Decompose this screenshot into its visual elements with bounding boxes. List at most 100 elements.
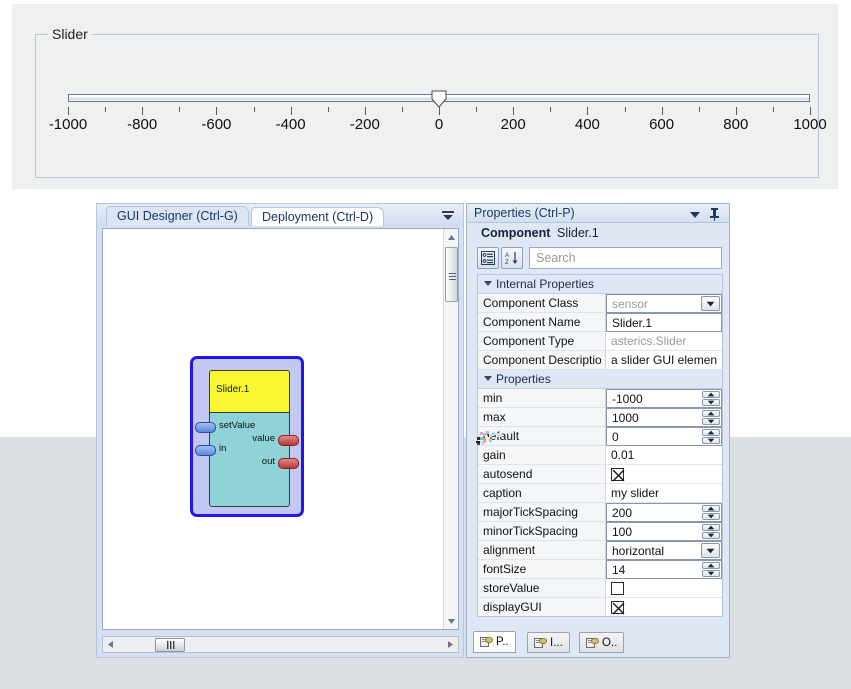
tab-deployment[interactable]: Deployment (Ctrl-D) — [251, 207, 385, 226]
slider-major-tick — [290, 107, 292, 115]
spinner-up-icon[interactable] — [702, 524, 720, 531]
property-value-editor[interactable]: 1000 — [606, 408, 722, 427]
vertical-scroll-thumb[interactable] — [445, 247, 458, 302]
property-value-editor[interactable]: sensor — [606, 294, 722, 313]
property-value-text: 0 — [612, 430, 619, 444]
property-row[interactable]: gain 0.01 — [478, 446, 722, 465]
property-row[interactable]: max 1000 — [478, 408, 722, 427]
property-value-editor[interactable]: horizontal — [606, 541, 722, 560]
spinner-up-icon[interactable] — [702, 429, 720, 436]
property-checkbox-checked[interactable] — [611, 468, 625, 482]
component-value: Slider.1 — [557, 226, 599, 240]
port-out-value[interactable] — [278, 435, 299, 446]
designer-canvas[interactable]: Slider.1 setValue in value out — [102, 228, 459, 630]
slider-minor-tick — [179, 107, 181, 112]
port-in-in[interactable] — [195, 445, 216, 456]
property-row[interactable]: Component Name Slider.1 — [478, 313, 722, 332]
property-row[interactable]: storeValue — [478, 579, 722, 598]
chevron-down-icon[interactable] — [701, 543, 720, 558]
property-value-editor[interactable]: -1000 — [606, 389, 722, 408]
designer-dock: GUI Designer (Ctrl-G) Deployment (Ctrl-D… — [96, 203, 464, 658]
property-value-text: 100 — [612, 525, 633, 539]
property-row[interactable]: majorTickSpacing 200 — [478, 503, 722, 522]
sort-az-icon[interactable]: A Z — [501, 247, 523, 269]
spinner-up-icon[interactable] — [702, 505, 720, 512]
bottom-tab-input[interactable]: I... — [527, 632, 570, 653]
spinner-up-icon[interactable] — [702, 410, 720, 417]
property-row[interactable]: displayGUI — [478, 598, 722, 616]
slider-tick-label: 800 — [723, 116, 749, 133]
spinner-control[interactable] — [702, 505, 720, 520]
tab-gui-designer[interactable]: GUI Designer (Ctrl-G) — [106, 206, 249, 226]
spinner-control[interactable] — [702, 410, 720, 425]
spinner-control[interactable] — [702, 429, 720, 444]
property-value-editor[interactable]: 100 — [606, 522, 722, 541]
property-key-label: max — [483, 410, 506, 424]
spinner-control[interactable] — [702, 562, 720, 577]
slider-major-tick — [661, 107, 663, 115]
property-row[interactable]: autosend — [478, 465, 722, 484]
spinner-down-icon[interactable] — [702, 532, 720, 539]
svg-text:A: A — [505, 253, 509, 259]
collapse-triangle-icon[interactable] — [484, 376, 492, 381]
property-checkbox-unchecked[interactable] — [611, 582, 624, 595]
arrow-right-icon[interactable] — [443, 637, 458, 652]
slider-thumb[interactable] — [431, 90, 447, 108]
spinner-down-icon[interactable] — [702, 399, 720, 406]
property-row[interactable]: min -1000 — [478, 389, 722, 408]
spinner-down-icon[interactable] — [702, 418, 720, 425]
arrow-up-icon[interactable] — [444, 229, 459, 245]
arrow-down-icon[interactable] — [444, 613, 459, 629]
arrow-left-icon[interactable] — [103, 637, 118, 652]
canvas-vertical-scrollbar[interactable] — [443, 229, 458, 629]
spinner-down-icon[interactable] — [702, 570, 720, 577]
property-row[interactable]: Component Type asterics.Slider — [478, 332, 722, 351]
categorize-icon[interactable] — [477, 247, 499, 269]
property-key-label: autosend — [483, 467, 533, 481]
chevron-down-icon[interactable] — [688, 208, 702, 220]
component-block-slider[interactable]: Slider.1 setValue in value out — [190, 356, 304, 517]
chevron-down-icon[interactable] — [440, 208, 456, 222]
property-key-label: gain — [483, 448, 506, 462]
property-value-editor[interactable]: 14 — [606, 560, 722, 579]
spinner-control[interactable] — [702, 524, 720, 539]
property-row[interactable]: Component Class sensor — [478, 294, 722, 313]
port-out-out[interactable] — [278, 458, 299, 469]
spinner-up-icon[interactable] — [702, 562, 720, 569]
grid-section-header[interactable]: Internal Properties — [478, 275, 722, 294]
property-value-text: -1000 — [612, 392, 643, 406]
slider-tick-label: 400 — [574, 116, 600, 133]
pin-icon[interactable] — [708, 207, 721, 221]
bottom-tab-properties[interactable]: P.. — [473, 631, 516, 653]
slider-major-tick — [68, 107, 69, 115]
property-row[interactable]: fontSize 14 — [478, 560, 722, 579]
property-key-label: storeValue — [483, 581, 540, 595]
canvas-horizontal-scrollbar[interactable] — [102, 636, 459, 653]
collapse-triangle-icon[interactable] — [484, 281, 492, 286]
chevron-down-icon[interactable] — [701, 296, 720, 311]
grid-section-header[interactable]: Properties — [478, 370, 722, 389]
port-in-setvalue[interactable] — [195, 422, 216, 433]
horizontal-scroll-thumb[interactable] — [155, 638, 185, 652]
spinner-down-icon[interactable] — [702, 513, 720, 520]
property-checkbox-checked[interactable] — [611, 601, 625, 615]
property-row[interactable]: Component Descriptio a slider GUI elemen — [478, 351, 722, 370]
property-row[interactable]: default 0 — [478, 427, 722, 446]
search-input[interactable] — [529, 247, 722, 269]
property-key-label: Component Name — [483, 315, 581, 329]
spinner-up-icon[interactable] — [702, 391, 720, 398]
spinner-control[interactable] — [702, 391, 720, 406]
property-key-label: majorTickSpacing — [483, 505, 578, 519]
property-value-editor[interactable]: 0 — [606, 427, 722, 446]
bottom-tab-output[interactable]: O.. — [579, 632, 625, 653]
slider-control[interactable] — [68, 90, 810, 108]
property-value-editor[interactable]: 200 — [606, 503, 722, 522]
properties-title-label: Properties (Ctrl-P) — [474, 206, 575, 220]
properties-grid[interactable]: Internal Properties Component Class sensor… — [477, 274, 723, 617]
property-value-editor[interactable]: Slider.1 — [606, 313, 722, 332]
property-row[interactable]: caption my slider — [478, 484, 722, 503]
property-row[interactable]: alignment horizontal — [478, 541, 722, 560]
property-row[interactable]: minorTickSpacing 100 — [478, 522, 722, 541]
spinner-down-icon[interactable] — [702, 437, 720, 444]
canvas-surface[interactable]: Slider.1 setValue in value out — [103, 229, 442, 629]
